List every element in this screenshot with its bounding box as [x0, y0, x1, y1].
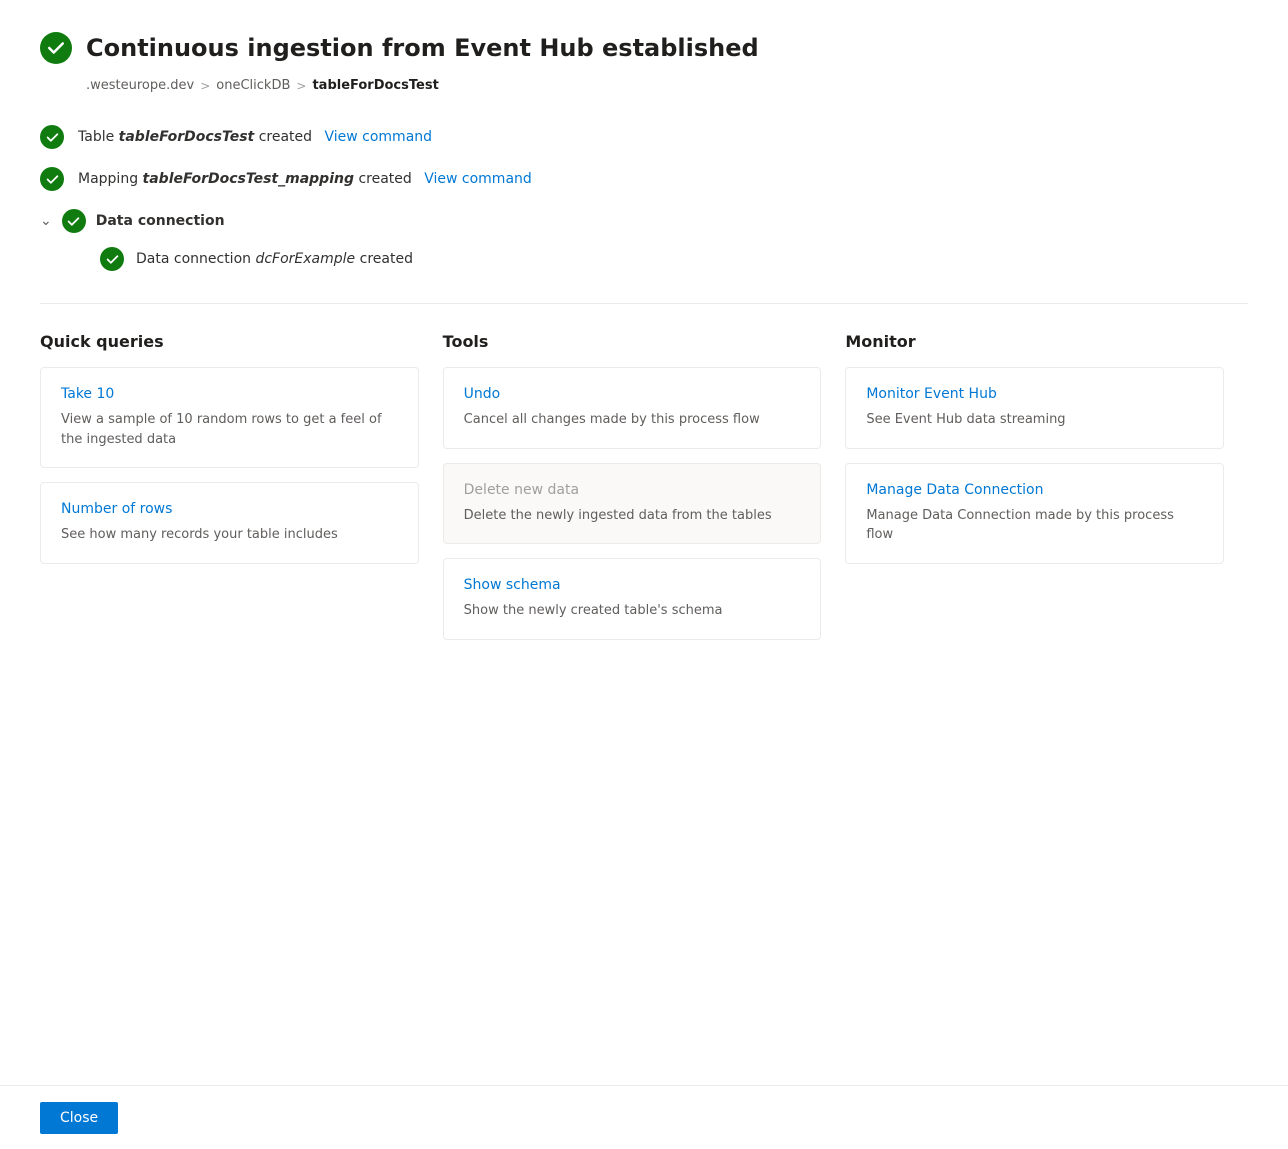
delete-new-data-card: Delete new data Delete the newly ingeste… [443, 463, 822, 545]
step2-bold: tableForDocsTest_mapping [143, 171, 354, 187]
number-of-rows-description: See how many records your table includes [61, 525, 398, 545]
monitor-event-hub-title[interactable]: Monitor Event Hub [866, 386, 1203, 402]
main-container: Continuous ingestion from Event Hub esta… [0, 0, 1288, 718]
monitor-event-hub-card[interactable]: Monitor Event Hub See Event Hub data str… [845, 367, 1224, 449]
number-of-rows-card[interactable]: Number of rows See how many records your… [40, 482, 419, 564]
data-connection-row: ⌄ Data connection [40, 209, 1248, 233]
header-row: Continuous ingestion from Event Hub esta… [40, 32, 1248, 64]
quick-queries-column: Quick queries Take 10 View a sample of 1… [40, 332, 443, 654]
chevron-down-icon[interactable]: ⌄ [40, 213, 52, 229]
monitor-header: Monitor [845, 332, 1224, 351]
show-schema-description: Show the newly created table's schema [464, 601, 801, 621]
step-mapping-created: Mapping tableForDocsTest_mapping created… [40, 167, 1248, 191]
breadcrumb-sep1: > [200, 79, 210, 93]
take-10-title[interactable]: Take 10 [61, 386, 398, 402]
step1-view-command-link[interactable]: View command [324, 129, 432, 145]
step2-success-icon [40, 167, 64, 191]
monitor-column: Monitor Monitor Event Hub See Event Hub … [845, 332, 1248, 654]
step1-bold: tableForDocsTest [119, 129, 255, 145]
section-divider [40, 303, 1248, 304]
manage-data-connection-title[interactable]: Manage Data Connection [866, 482, 1203, 498]
data-connection-label: Data connection [96, 213, 225, 229]
sub-step-data-connection: Data connection dcForExample created [100, 247, 1248, 271]
step1-success-icon [40, 125, 64, 149]
number-of-rows-title[interactable]: Number of rows [61, 501, 398, 517]
steps-section: Table tableForDocsTest created View comm… [40, 125, 1248, 271]
step2-view-command-link[interactable]: View command [424, 171, 532, 187]
close-button[interactable]: Close [40, 1102, 118, 1134]
delete-new-data-title: Delete new data [464, 482, 801, 498]
header-success-icon [40, 32, 72, 64]
step-table-created: Table tableForDocsTest created View comm… [40, 125, 1248, 149]
manage-data-connection-description: Manage Data Connection made by this proc… [866, 506, 1203, 545]
data-connection-success-icon [62, 209, 86, 233]
sections-grid: Quick queries Take 10 View a sample of 1… [40, 332, 1248, 654]
breadcrumb-host: .westeurope.dev [86, 78, 194, 93]
step1-text: Table tableForDocsTest created View comm… [78, 129, 432, 145]
show-schema-title[interactable]: Show schema [464, 577, 801, 593]
sub-step-success-icon [100, 247, 124, 271]
tools-header: Tools [443, 332, 822, 351]
show-schema-card[interactable]: Show schema Show the newly created table… [443, 558, 822, 640]
tools-column: Tools Undo Cancel all changes made by th… [443, 332, 846, 654]
breadcrumb: .westeurope.dev > oneClickDB > tableForD… [86, 78, 1248, 93]
take-10-description: View a sample of 10 random rows to get a… [61, 410, 398, 449]
breadcrumb-db: oneClickDB [216, 78, 290, 93]
sub-step-italic: dcForExample [255, 251, 355, 267]
delete-new-data-description: Delete the newly ingested data from the … [464, 506, 801, 526]
monitor-event-hub-description: See Event Hub data streaming [866, 410, 1203, 430]
breadcrumb-table: tableForDocsTest [312, 78, 438, 93]
undo-title[interactable]: Undo [464, 386, 801, 402]
quick-queries-header: Quick queries [40, 332, 419, 351]
step2-text: Mapping tableForDocsTest_mapping created… [78, 171, 532, 187]
sub-step-text: Data connection dcForExample created [136, 251, 413, 267]
footer: Close [0, 1085, 1288, 1149]
undo-description: Cancel all changes made by this process … [464, 410, 801, 430]
undo-card[interactable]: Undo Cancel all changes made by this pro… [443, 367, 822, 449]
breadcrumb-sep2: > [296, 79, 306, 93]
page-title: Continuous ingestion from Event Hub esta… [86, 34, 759, 62]
manage-data-connection-card[interactable]: Manage Data Connection Manage Data Conne… [845, 463, 1224, 564]
take-10-card[interactable]: Take 10 View a sample of 10 random rows … [40, 367, 419, 468]
